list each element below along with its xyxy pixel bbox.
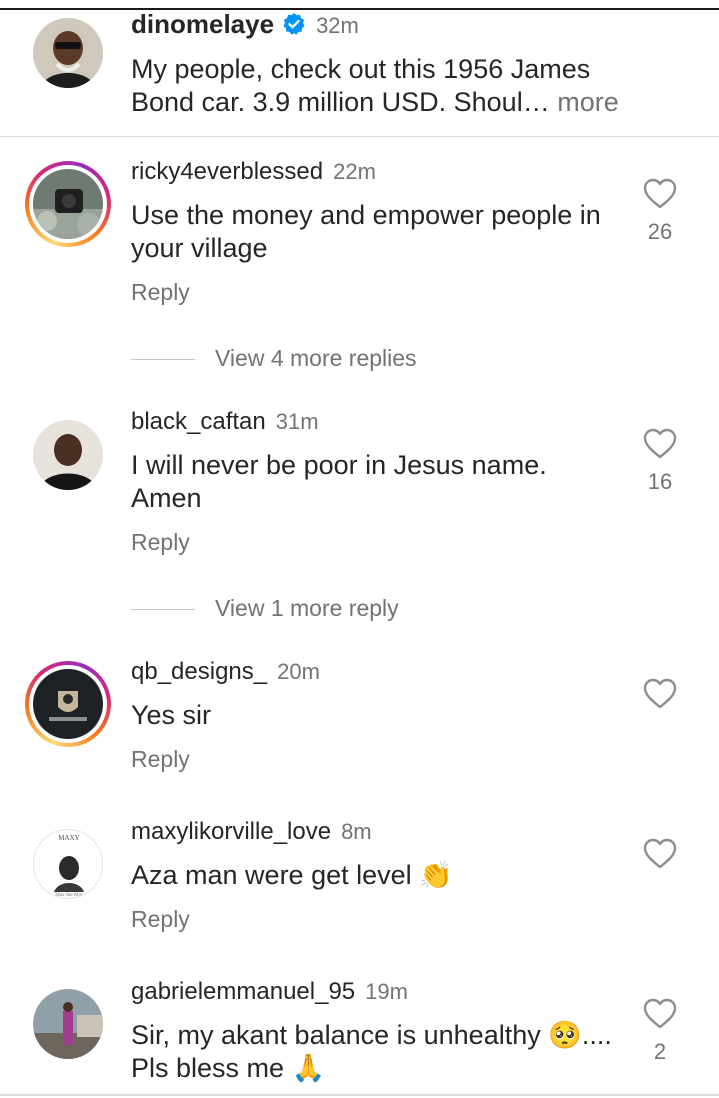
caption-line-1: My people, check out this 1956 James [131,54,591,84]
comment-line-1: Yes sir [131,700,212,730]
caption-username-text[interactable]: dinomelaye [131,9,274,39]
reply-button[interactable]: Reply [131,279,190,306]
comment-username[interactable]: gabrielemmanuel_95 19m [131,978,408,1006]
more-link[interactable]: more [557,87,619,117]
avatar-logo-text-top: MAXY [58,834,79,842]
comment-line-1: Use the money and empower people in [131,200,601,230]
heart-icon[interactable] [643,998,677,1030]
view-more-dash [131,609,195,610]
avatar-gabrielemmanuel_95[interactable] [33,989,103,1059]
comment-time: 22m [333,159,376,184]
avatar-qb_designs_[interactable] [33,669,103,739]
caption-line-2-text: Bond car. 3.9 million USD. Shoul… [131,87,550,117]
comment-text: I will never be poor in Jesus name. Amen [131,449,547,515]
username-text[interactable]: qb_designs_ [131,658,267,685]
bottom-divider [0,1094,719,1096]
comment-text: Aza man were get level 👏 [131,859,453,892]
username-text[interactable]: maxylikorville_love [131,818,331,845]
verified-badge-icon [282,12,306,36]
reply-button[interactable]: Reply [131,746,190,773]
comment-text: Use the money and empower people in your… [131,199,601,265]
caption-text: My people, check out this 1956 James Bon… [131,53,619,119]
username-text[interactable]: ricky4everblessed [131,158,323,185]
comment-username[interactable]: ricky4everblessed 22m [131,158,376,186]
story-ring[interactable] [25,661,111,747]
story-ring[interactable] [25,161,111,247]
caption-username[interactable]: dinomelaye 32m [131,9,359,40]
comment-text: Yes sir [131,699,211,732]
view-more-dash [131,359,195,360]
comment-line-2: Amen [131,483,202,513]
avatar-logo-text-bottom: Max-Ike-Mor [55,893,83,898]
avatar-ricky4everblessed[interactable] [33,169,103,239]
view-more-label[interactable]: View 1 more reply [215,595,399,622]
heart-icon[interactable] [643,178,677,210]
comment-time: 20m [277,659,320,684]
post-caption: dinomelaye 32m My people, check out this … [0,0,719,137]
comment-time: 8m [341,819,372,844]
comment-line-1: I will never be poor in Jesus name. [131,450,547,480]
comment-line-1: Aza man were get level 👏 [131,860,453,890]
comment-line-2: your village [131,233,268,263]
comment-line-2: Pls bless me 🙏 [131,1053,326,1083]
like-count: 26 [647,219,673,244]
avatar-maxylikorville_love[interactable]: MAXY Max-Ike-Mor [33,829,103,899]
heart-icon[interactable] [643,678,677,710]
comment-time: 19m [365,979,408,1004]
comment-username[interactable]: qb_designs_ 20m [131,658,320,686]
comment-username[interactable]: black_caftan 31m [131,408,319,436]
comment-text: Sir, my akant balance is unhealthy 🥺....… [131,1019,612,1085]
like-count: 16 [647,469,673,494]
caption-line-2: Bond car. 3.9 million USD. Shoul… more [131,86,619,119]
heart-icon[interactable] [643,428,677,460]
avatar-black_caftan[interactable] [33,420,103,490]
username-text[interactable]: black_caftan [131,408,266,435]
view-more-label[interactable]: View 4 more replies [215,345,417,372]
comment-username[interactable]: maxylikorville_love 8m [131,818,372,846]
reply-button[interactable]: Reply [131,906,190,933]
username-text[interactable]: gabrielemmanuel_95 [131,978,355,1005]
comment-time: 31m [275,409,319,434]
reply-button[interactable]: Reply [131,529,190,556]
caption-time: 32m [316,13,359,38]
like-count: 2 [653,1039,667,1064]
avatar-dinomelaye[interactable] [33,18,103,88]
heart-icon[interactable] [643,838,677,870]
comment-line-1: Sir, my akant balance is unhealthy 🥺.... [131,1020,612,1050]
